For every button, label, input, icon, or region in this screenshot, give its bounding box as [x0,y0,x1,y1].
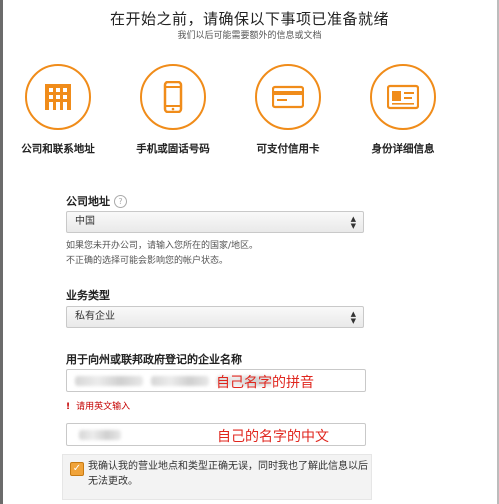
requirement-phone: 手机或固话号码 [118,64,228,156]
mobile-phone-icon [140,64,206,130]
country-select[interactable]: 中国 ▲ ▼ [66,211,364,233]
redacted-text [75,376,143,386]
business-type-select[interactable]: 私有企业 ▲ ▼ [66,306,364,328]
select-arrows-icon: ▲ ▼ [350,215,356,230]
english-input-error: ! 请用英文输入 [66,399,130,412]
business-name-english-input[interactable]: 自己名字的拼音 [66,369,366,392]
business-type-label: 业务类型 [66,289,110,302]
building-icon [25,64,91,130]
page-subtitle: 我们以后可能需要额外的信息或文档 [177,31,322,41]
confirm-text: 我确认我的营业地点和类型正确无误，同时我也了解此信息以后无法更改。 [88,461,368,487]
help-icon[interactable]: ? [114,195,127,208]
chinese-annotation: 自己的名字的中文 [217,429,329,445]
id-card-icon [370,64,436,130]
select-arrows-icon: ▲ ▼ [350,310,356,325]
requirement-identity: 身份详细信息 [348,64,458,156]
country-note-line2: 不正确的选择可能会影响您的帐户状态。 [66,256,229,266]
error-text: 请用英文输入 [76,402,131,412]
requirement-label: 身份详细信息 [371,143,435,155]
country-select-value: 中国 [75,216,95,227]
redacted-text [151,376,209,386]
requirement-label: 可支付信用卡 [256,143,320,155]
business-name-label: 用于向州或联邦政府登记的企业名称 [66,353,242,366]
credit-card-icon [255,64,321,130]
requirement-credit-card: 可支付信用卡 [233,64,343,156]
business-name-chinese-input[interactable]: 自己的名字的中文 [66,423,366,446]
redacted-text [79,430,121,440]
company-address-label-text: 公司地址 [66,195,110,208]
country-note-line1: 如果您未开办公司，请输入您所在的国家/地区。 [66,241,259,251]
business-type-select-value: 私有企业 [75,311,115,322]
page-title: 在开始之前，请确保以下事项已准备就绪 [109,10,389,28]
requirement-label: 公司和联系地址 [21,143,95,155]
requirement-company-address: 公司和联系地址 [3,64,113,156]
confirmation-area: ✓ 我确认我的营业地点和类型正确无误，同时我也了解此信息以后无法更改。 [62,454,372,500]
confirm-checkbox[interactable]: ✓ [70,462,84,476]
company-address-label: 公司地址? [66,193,127,209]
requirement-label: 手机或固话号码 [136,143,210,155]
pinyin-annotation: 自己名字的拼音 [216,375,314,391]
error-icon: ! [66,402,71,412]
